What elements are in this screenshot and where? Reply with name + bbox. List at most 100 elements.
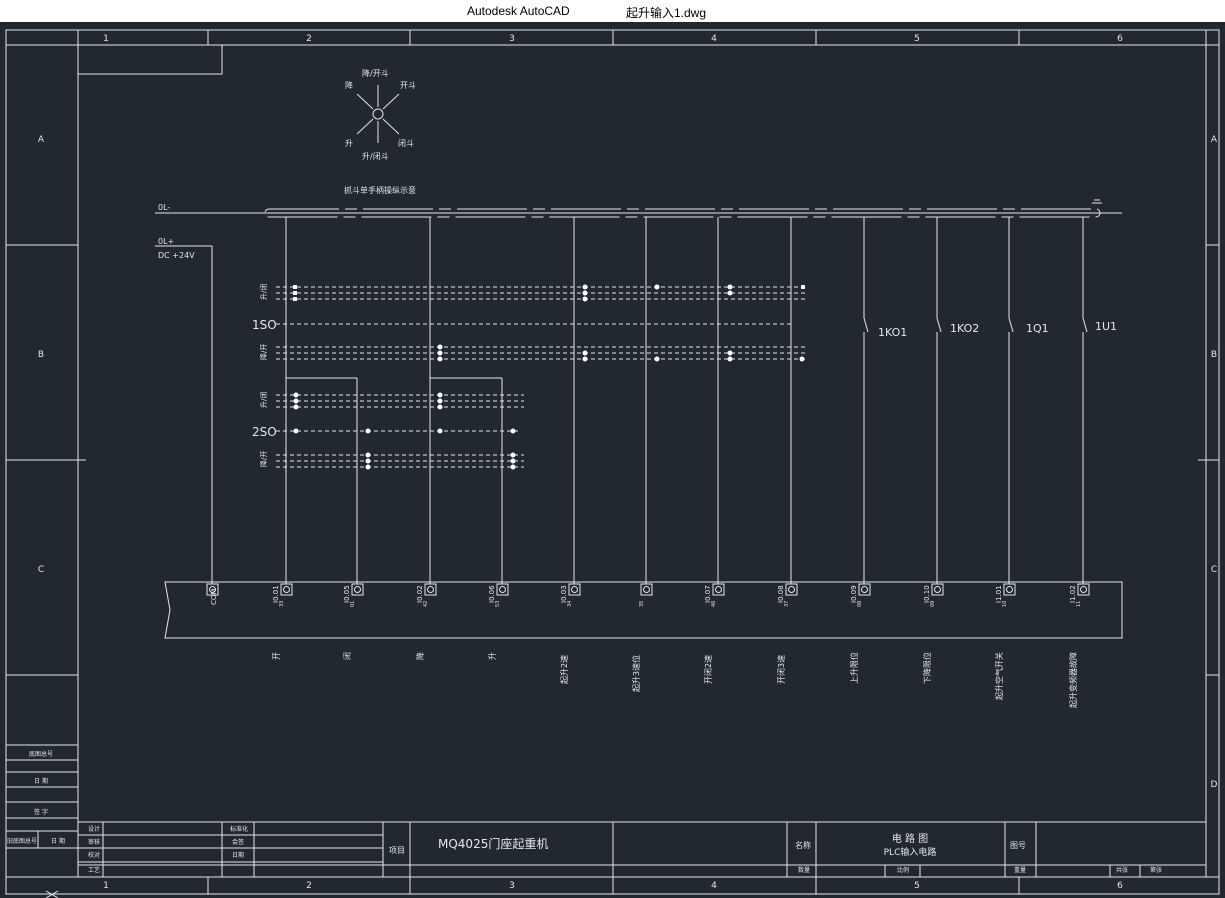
- title-bar: Autodesk AutoCAD 起升输入1.dwg: [0, 0, 1225, 22]
- plc-terminals: I0.0133 开 I0.0501 闭 I0.0242 降 I0.0653 升 I0.0334 起…: [206, 583, 1090, 708]
- plc-input-address: I0.01: [272, 585, 280, 603]
- drawing-title: 电 路 图: [892, 832, 928, 845]
- plc-input-pin: 09: [930, 601, 936, 607]
- plc-input-address: I0.02: [416, 585, 424, 603]
- terminal-box: [424, 583, 437, 596]
- relay-label: 1KO2: [950, 322, 979, 335]
- col-label: 1: [103, 881, 109, 891]
- app-name: Autodesk AutoCAD: [467, 4, 570, 18]
- row-label: A: [1211, 135, 1218, 145]
- title-mid-label: 标准化: [230, 825, 248, 833]
- switch-2so-label: 2SO: [252, 425, 277, 439]
- row-label: C: [38, 565, 44, 575]
- terminal-screw: [1080, 586, 1087, 593]
- bottom-cell-label: 重量: [1014, 866, 1026, 874]
- terminal-screw: [354, 586, 361, 593]
- plc-input-description: 起升变频器故障: [1068, 652, 1078, 708]
- terminal-screw: [861, 586, 868, 593]
- selector-left-top-label: 降: [345, 80, 353, 90]
- col-label: 6: [1117, 34, 1123, 44]
- title-row-label: 校对: [88, 851, 100, 859]
- col-label: 2: [306, 34, 312, 44]
- plc-input-pin: 33: [279, 601, 285, 607]
- drawing-canvas[interactable]: 1 2 3 4 5 6 1 2 3 4 5 6 A B C A B C D 底图…: [0, 22, 1225, 898]
- relay-label: 1KO1: [878, 326, 907, 339]
- plc-input-description: 起升2速: [560, 655, 569, 684]
- stamp-label: 签 字: [34, 808, 48, 816]
- bus-negative-label: 0L-: [158, 203, 170, 212]
- plc-input-address: I0.03: [560, 585, 568, 603]
- inner-frame: [77, 44, 1207, 878]
- plc-input-description: 下降限位: [922, 652, 932, 684]
- stamp-label: 底图总号: [29, 750, 53, 758]
- stamp-label: 日 期: [51, 837, 65, 845]
- col-label: 5: [914, 34, 920, 44]
- plc-input-pin: 08: [857, 601, 863, 607]
- plc-input-pin: 53: [495, 601, 501, 607]
- stamp-label: 日 期: [34, 777, 48, 785]
- plc-input-description: 起升空气开关: [994, 652, 1004, 700]
- plc-input-pin: 35: [639, 601, 645, 607]
- row-label: B: [1211, 350, 1217, 360]
- terminal-box: [568, 583, 581, 596]
- schematic-drawing: 1 2 3 4 5 6 1 2 3 4 5 6 A B C A B C D 底图…: [5, 29, 1220, 898]
- terminal-box: [280, 583, 293, 596]
- terminal-screw: [788, 586, 795, 593]
- name-label: 名称: [795, 840, 811, 850]
- plc-input-address: I0.10: [923, 585, 931, 603]
- selector-bottom-label: 升/闭斗: [362, 152, 389, 161]
- plc-input-description: 起升3速位: [631, 655, 641, 692]
- selector-left-bottom-label: 升: [345, 139, 353, 148]
- title-mid-label: 日期: [232, 851, 244, 859]
- row-label: D: [1211, 780, 1218, 790]
- plc-input-address: I0.08: [777, 585, 785, 603]
- terminal-screw: [1006, 586, 1013, 593]
- col-label: 4: [711, 34, 717, 44]
- bottom-cell-label: 第张: [1150, 866, 1162, 874]
- plc-input-description: 降: [415, 652, 425, 660]
- bottom-cell-label: 共张: [1116, 866, 1128, 874]
- terminal-box: [1077, 583, 1090, 596]
- terminal-screw: [571, 586, 578, 593]
- terminal-box: [931, 583, 944, 596]
- title-row-label: 设计: [88, 825, 100, 833]
- switch-pos-label: 降/开: [259, 344, 268, 360]
- switch-1so-label: 1SO: [252, 318, 277, 332]
- row-label: B: [38, 350, 44, 360]
- title-mid-label: 会签: [232, 838, 244, 846]
- selector-right-top-label: 开斗: [400, 81, 416, 90]
- col-label: 3: [509, 881, 515, 891]
- terminal-box: [1003, 583, 1016, 596]
- switch-pos-label: 升/闭: [259, 284, 268, 300]
- title-row-label: 工艺: [88, 866, 100, 874]
- selector-top-label: 降/开斗: [362, 68, 389, 78]
- selector-caption: 抓斗单手柄操纵示意: [344, 185, 416, 195]
- drawing-subtitle: PLC输入电路: [884, 846, 937, 858]
- plc-input-address: I0.07: [704, 585, 712, 603]
- bottom-cell-label: 数量: [798, 866, 810, 874]
- terminal-screw: [499, 586, 506, 593]
- plc-input-address: I0.06: [488, 585, 496, 603]
- plc-input-pin: 37: [784, 601, 790, 607]
- plc-input-address: I0.09: [850, 585, 858, 603]
- terminal-box: [640, 583, 653, 596]
- col-label: 3: [509, 34, 515, 44]
- terminal-box: [496, 583, 509, 596]
- switch-pos-label: 降/开: [259, 451, 268, 467]
- selector-diagram: [356, 85, 400, 143]
- terminal-screw: [283, 586, 290, 593]
- terminal-screw: [715, 586, 722, 593]
- plc-input-pin: 42: [423, 601, 429, 607]
- relay-label: 1U1: [1095, 320, 1117, 333]
- plc-input-address: I1.02: [1069, 585, 1077, 603]
- plc-input-description: 闭: [343, 652, 352, 660]
- bottom-cell-label: 比例: [897, 866, 909, 874]
- plc-input-address: I1.01: [995, 585, 1003, 603]
- terminal-screw: [643, 586, 650, 593]
- vertical-wires: [285, 217, 1088, 584]
- plc-input-pin: 46: [711, 601, 717, 607]
- plc-input-description: 开闭2速: [704, 655, 713, 684]
- col-label: 4: [711, 881, 717, 891]
- com-label: COM: [210, 589, 218, 605]
- terminal-box: [785, 583, 798, 596]
